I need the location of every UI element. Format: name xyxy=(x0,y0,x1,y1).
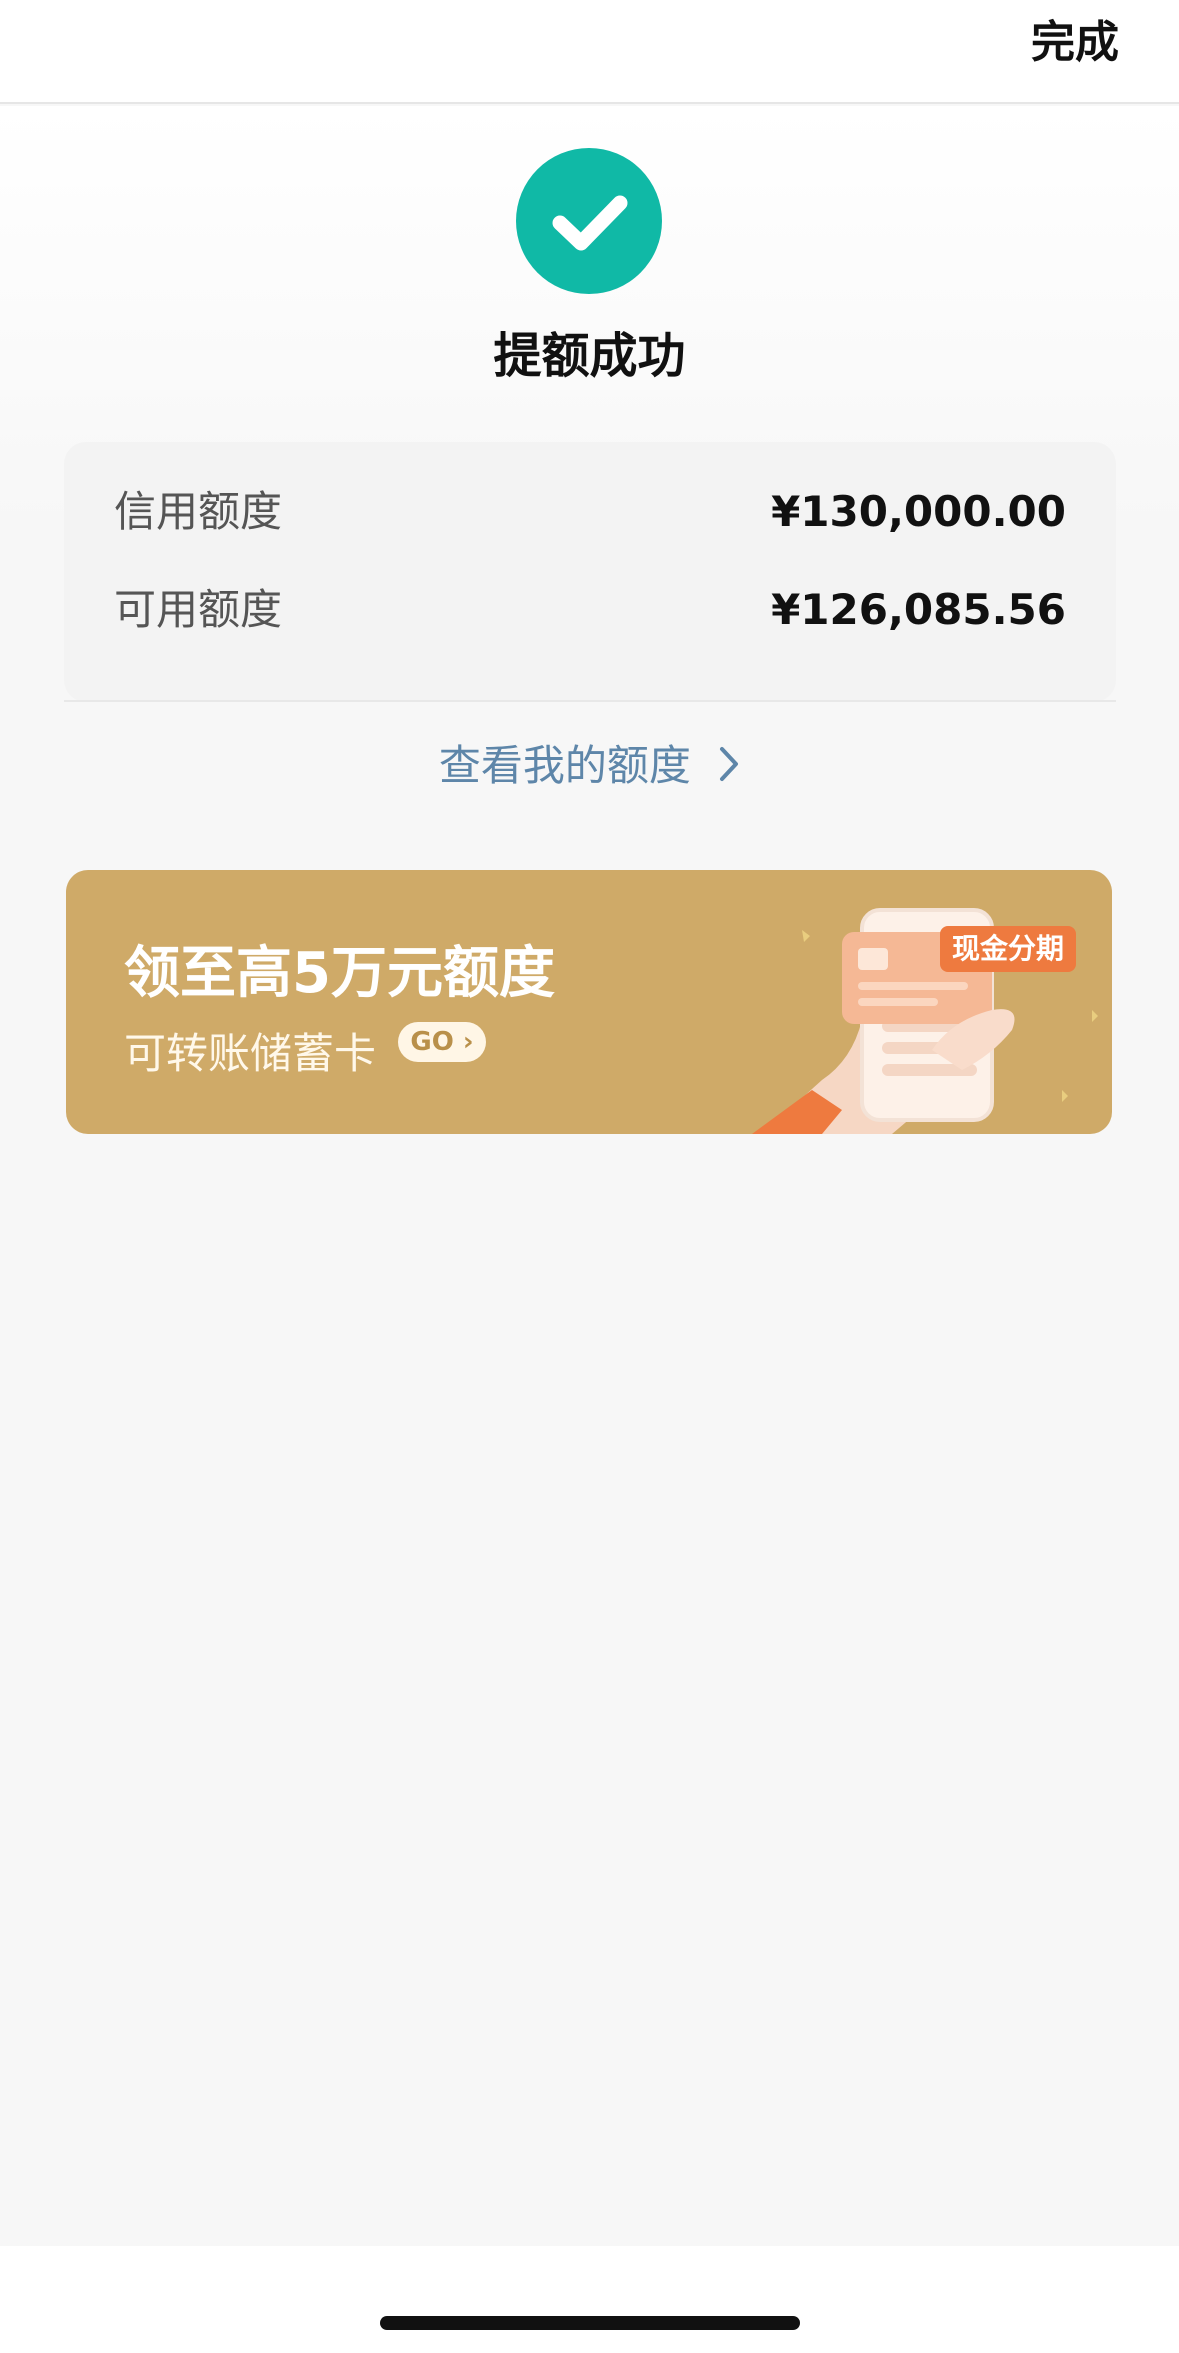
available-limit-label: 可用额度 xyxy=(114,585,283,634)
chevron-right-icon xyxy=(718,729,740,809)
success-title: 提额成功 xyxy=(493,328,686,384)
top-navigation-bar: 完成 xyxy=(0,0,1179,104)
phone-in-hand-illustration xyxy=(752,908,1098,1134)
view-my-limit-label: 查看我的额度 xyxy=(438,741,691,790)
banner-title: 领至高5万元额度 xyxy=(124,941,555,1006)
home-indicator[interactable] xyxy=(380,2316,800,2330)
go-chevron-icon: › xyxy=(453,1027,474,1057)
cash-installment-badge: 现金分期 xyxy=(939,926,1076,972)
success-check-icon xyxy=(516,148,662,294)
done-button[interactable]: 完成 xyxy=(1031,8,1119,78)
go-button[interactable]: GO › xyxy=(398,1022,486,1062)
view-my-limit-link[interactable]: 查看我的额度 xyxy=(0,726,1179,806)
available-limit-value: ¥126,085.56 xyxy=(771,585,1066,634)
available-limit-row: 可用额度 ¥126,085.56 xyxy=(114,580,1066,640)
divider xyxy=(64,700,1116,702)
main-content: 提额成功 信用额度 ¥130,000.00 可用额度 ¥126,085.56 查… xyxy=(0,106,1179,2246)
limit-card: 信用额度 ¥130,000.00 可用额度 ¥126,085.56 xyxy=(64,442,1116,702)
banner-subtitle: 可转账储蓄卡 xyxy=(124,1029,377,1078)
credit-limit-value: ¥130,000.00 xyxy=(771,487,1066,536)
credit-limit-label: 信用额度 xyxy=(114,487,283,536)
bottom-safe-area xyxy=(0,2246,1179,2353)
promo-banner[interactable]: 领至高5万元额度 可转账储蓄卡 GO › 现金分期 xyxy=(66,870,1112,1134)
credit-limit-row: 信用额度 ¥130,000.00 xyxy=(114,482,1066,542)
go-label: GO xyxy=(410,1027,454,1057)
